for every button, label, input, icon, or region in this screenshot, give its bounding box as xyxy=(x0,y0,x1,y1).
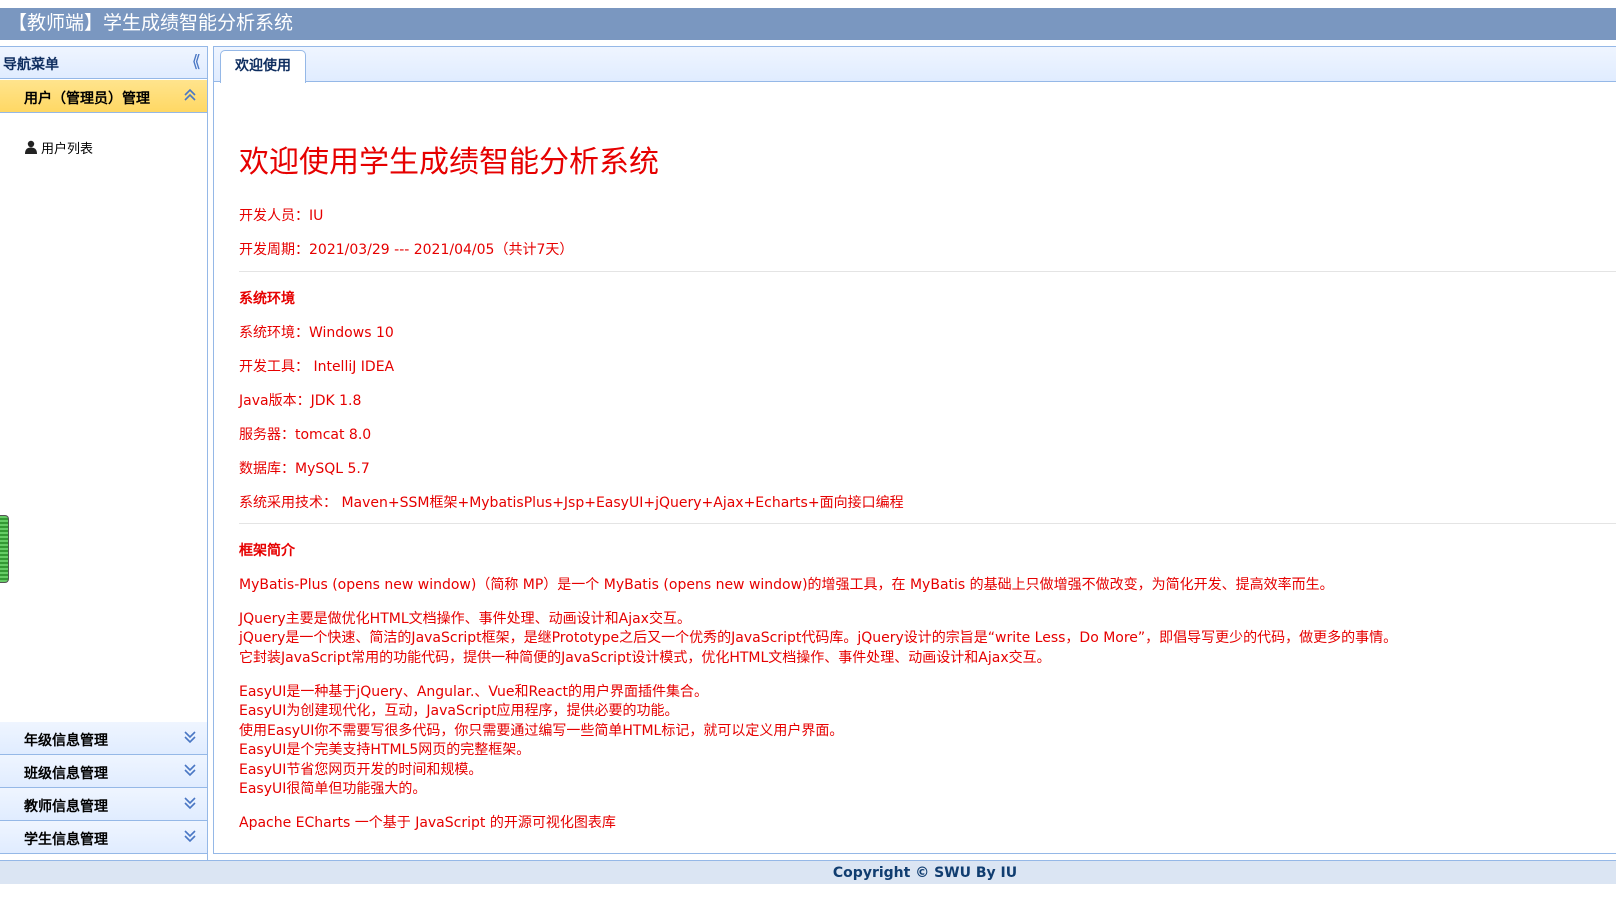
double-chevron-down-icon xyxy=(184,830,196,843)
env-line: 开发工具： IntelliJ IDEA xyxy=(239,359,395,375)
double-chevron-left-icon[interactable]: ⟨⟨ xyxy=(192,52,201,72)
accordion-label: 教师信息管理 xyxy=(24,799,108,815)
accordion-student-info[interactable]: 学生信息管理 xyxy=(0,821,207,854)
easyui-text: EasyUI节省您网页开发的时间和规模。 xyxy=(239,762,483,778)
easyui-text: EasyUI为创建现代化，互动，JavaScript应用程序，提供必要的功能。 xyxy=(239,703,679,719)
app-window: 【教师端】学生成绩智能分析系统 导航菜单 ⟨⟨ 用户（管理员）管理 用户列表 年… xyxy=(0,0,1616,910)
menu-item-label: 用户列表 xyxy=(41,141,94,157)
accordion-body-user-admin: 用户列表 xyxy=(0,113,207,723)
main-panel: 欢迎使用 欢迎使用学生成绩智能分析系统 开发人员：IU 开发周期：2021/03… xyxy=(213,46,1616,854)
env-line: 系统环境：Windows 10 xyxy=(239,325,394,341)
accordion-grade-info[interactable]: 年级信息管理 xyxy=(0,722,207,755)
tabs-bar: 欢迎使用 xyxy=(214,47,1616,83)
env-section-title: 系统环境 xyxy=(239,291,295,307)
user-icon xyxy=(25,140,37,154)
nav-menu-title: 导航菜单 xyxy=(3,57,59,73)
welcome-heading: 欢迎使用学生成绩智能分析系统 xyxy=(239,145,659,180)
accordion-class-info[interactable]: 班级信息管理 xyxy=(0,755,207,788)
accordion-label: 年级信息管理 xyxy=(24,733,108,749)
period-text: 开发周期：2021/03/29 --- 2021/04/05（共计7天） xyxy=(239,242,574,258)
developer-text: 开发人员：IU xyxy=(239,208,324,224)
copyright-text: Copyright © SWU By IU xyxy=(832,865,1018,881)
jquery-text: jQuery是一个快速、简洁的JavaScript框架，是继Prototype之… xyxy=(239,630,1398,646)
tab-welcome[interactable]: 欢迎使用 xyxy=(220,50,306,83)
double-chevron-down-icon xyxy=(184,797,196,810)
app-header: 【教师端】学生成绩智能分析系统 xyxy=(0,8,1616,40)
easyui-text: EasyUI很简单但功能强大的。 xyxy=(239,781,427,797)
double-chevron-down-icon xyxy=(184,764,196,777)
footer: Copyright © SWU By IU xyxy=(0,860,1616,884)
framework-section-title: 框架简介 xyxy=(239,543,295,559)
divider xyxy=(239,271,1616,272)
accordion-label: 学生信息管理 xyxy=(24,832,108,848)
env-line: 系统采用技术： Maven+SSM框架+MybatisPlus+Jsp+Easy… xyxy=(239,495,904,511)
side-scroll-handle[interactable] xyxy=(0,515,9,583)
env-line: Java版本：JDK 1.8 xyxy=(239,393,362,409)
easyui-text: EasyUI是个完美支持HTML5网页的完整框架。 xyxy=(239,742,531,758)
sidebar: 导航菜单 ⟨⟨ 用户（管理员）管理 用户列表 年级信息管理 班级信息管理 教师信… xyxy=(0,46,208,880)
double-chevron-up-icon xyxy=(184,88,196,101)
app-title: 【教师端】学生成绩智能分析系统 xyxy=(8,12,294,34)
accordion-teacher-info[interactable]: 教师信息管理 xyxy=(0,788,207,821)
easyui-text: EasyUI是一种基于jQuery、Angular.、Vue和React的用户界… xyxy=(239,684,709,700)
env-line: 数据库：MySQL 5.7 xyxy=(239,461,370,477)
echarts-text: Apache ECharts 一个基于 JavaScript 的开源可视化图表库 xyxy=(239,815,616,831)
easyui-text: 使用EasyUI你不需要写很多代码，你只需要通过编写一些简单HTML标记，就可以… xyxy=(239,723,844,739)
menu-item-user-list[interactable]: 用户列表 xyxy=(24,137,93,157)
mybatis-text: MyBatis-Plus (opens new window)（简称 MP）是一… xyxy=(239,577,1334,593)
env-line: 服务器：tomcat 8.0 xyxy=(239,427,372,443)
jquery-text: JQuery主要是做优化HTML文档操作、事件处理、动画设计和Ajax交互。 xyxy=(239,611,691,627)
accordion-user-admin[interactable]: 用户（管理员）管理 xyxy=(0,80,207,113)
accordion-label: 班级信息管理 xyxy=(24,766,108,782)
nav-menu-header: 导航菜单 ⟨⟨ xyxy=(0,47,207,79)
divider xyxy=(239,523,1616,524)
jquery-text: 它封装JavaScript常用的功能代码，提供一种简便的JavaScript设计… xyxy=(239,650,1051,666)
double-chevron-down-icon xyxy=(184,731,196,744)
accordion-label: 用户（管理员）管理 xyxy=(24,91,150,107)
